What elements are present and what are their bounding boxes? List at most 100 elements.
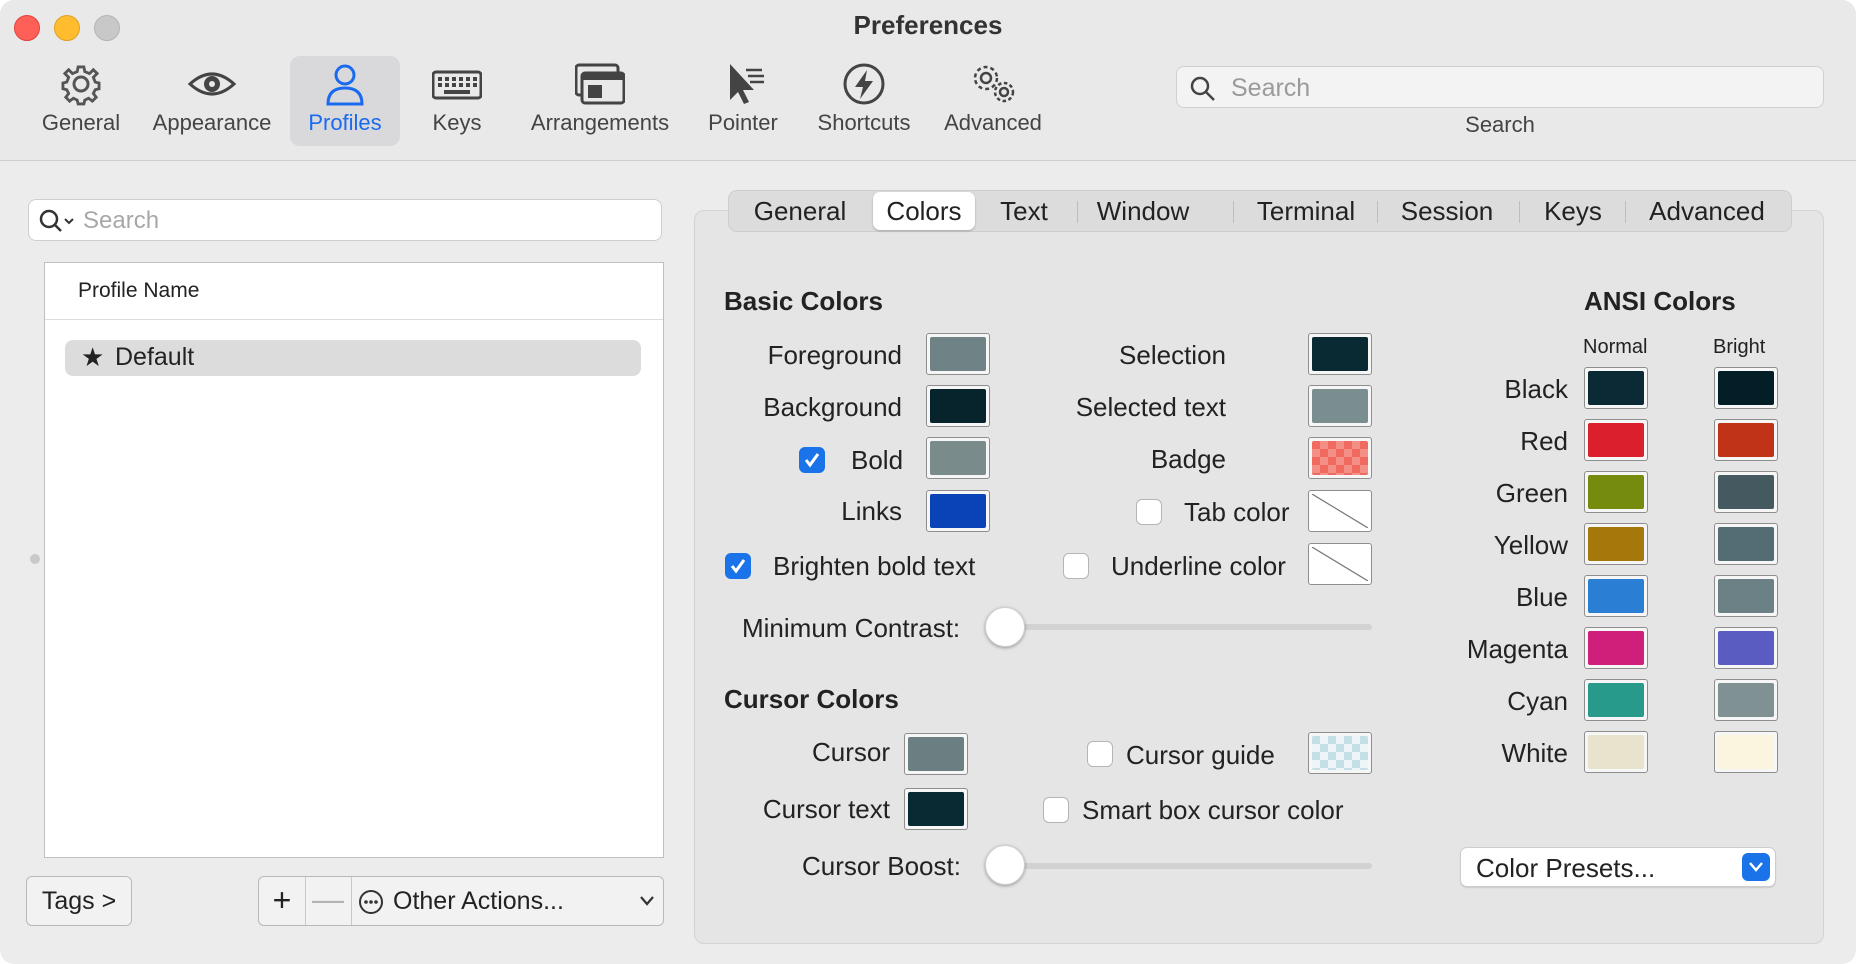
cursor-colors-heading: Cursor Colors: [724, 684, 899, 714]
ansi-normal-color-well[interactable]: [1584, 679, 1648, 721]
profile-list-header[interactable]: Profile Name: [45, 263, 663, 320]
remove-profile-button[interactable]: —: [305, 877, 352, 925]
color-swatch: [908, 737, 964, 771]
add-profile-button[interactable]: +: [259, 877, 306, 925]
ansi-bright-color-well[interactable]: [1714, 731, 1778, 773]
checkmark-icon: [804, 453, 820, 468]
ansi-normal-color-well[interactable]: [1584, 575, 1648, 617]
ansi-bright-color-well[interactable]: [1714, 523, 1778, 565]
toolbar-profiles-button[interactable]: Profiles: [290, 56, 400, 146]
color-swatch: [1588, 423, 1644, 457]
toolbar-search-field[interactable]: Search: [1176, 66, 1824, 108]
tab-advanced[interactable]: Advanced: [1631, 191, 1783, 231]
cursor-guide-color-well[interactable]: [1308, 732, 1372, 774]
ansi-color-label: Cyan: [1507, 686, 1568, 716]
ansi-color-label: Green: [1495, 478, 1568, 508]
minimum-contrast-slider-knob[interactable]: [985, 607, 1025, 647]
color-swatch: [930, 494, 986, 528]
tab-text[interactable]: Text: [984, 191, 1064, 231]
cursor-text-color-well[interactable]: [904, 788, 968, 830]
tab-color-checkbox[interactable]: [1136, 499, 1162, 525]
selection-color-well[interactable]: [1308, 333, 1372, 375]
smart-box-cursor-label: Smart box cursor color: [1082, 795, 1344, 825]
ansi-bright-color-well[interactable]: [1714, 679, 1778, 721]
bold-checkbox[interactable]: [799, 447, 825, 473]
color-swatch: [1718, 423, 1774, 457]
ansi-normal-color-well[interactable]: [1584, 523, 1648, 565]
tags-button[interactable]: Tags >: [26, 876, 132, 926]
toolbar-shortcuts-button[interactable]: Shortcuts: [806, 56, 922, 146]
ansi-normal-color-well[interactable]: [1584, 419, 1648, 461]
toolbar-keys-button[interactable]: Keys: [412, 56, 502, 146]
search-placeholder: Search: [1231, 74, 1311, 102]
color-presets-popup[interactable]: Color Presets...: [1460, 847, 1776, 887]
split-resize-handle[interactable]: [30, 554, 40, 564]
cursor-color-well[interactable]: [904, 733, 968, 775]
cursor-guide-checkbox[interactable]: [1087, 741, 1113, 767]
ansi-bright-color-well[interactable]: [1714, 471, 1778, 513]
bold-color-well[interactable]: [926, 437, 990, 479]
badge-color-well[interactable]: [1308, 437, 1372, 479]
profile-row[interactable]: ★ Default: [65, 340, 641, 376]
ansi-color-label: Red: [1520, 426, 1568, 456]
ansi-normal-color-well[interactable]: [1584, 627, 1648, 669]
ansi-normal-column-label: Normal: [1583, 336, 1648, 358]
ansi-normal-color-well[interactable]: [1584, 367, 1648, 409]
ansi-color-label: Black: [1504, 374, 1568, 404]
minimum-contrast-slider[interactable]: [1000, 624, 1372, 630]
color-presets-label: Color Presets...: [1476, 853, 1656, 883]
foreground-label: Foreground: [767, 340, 902, 370]
foreground-color-well[interactable]: [926, 333, 990, 375]
minimum-contrast-label: Minimum Contrast:: [742, 613, 961, 643]
tab-general[interactable]: General: [745, 191, 855, 231]
ansi-bright-color-well[interactable]: [1714, 419, 1778, 461]
cursor-boost-slider[interactable]: [1000, 863, 1372, 869]
background-color-well[interactable]: [926, 385, 990, 427]
ansi-normal-color-well[interactable]: [1584, 731, 1648, 773]
profile-search-input[interactable]: Search: [28, 199, 662, 241]
profile-search-placeholder: Search: [83, 207, 160, 234]
toolbar-advanced-button[interactable]: Advanced: [934, 56, 1052, 146]
underline-color-well[interactable]: [1308, 543, 1372, 585]
links-color-well[interactable]: [926, 490, 990, 532]
gears-icon: [968, 62, 1018, 106]
ansi-color-label: Magenta: [1466, 634, 1568, 664]
ansi-bright-color-well[interactable]: [1714, 575, 1778, 617]
color-swatch: [1588, 735, 1644, 769]
tab-window[interactable]: Window: [1083, 191, 1203, 231]
color-swatch: [1718, 683, 1774, 717]
gear-icon: [56, 62, 106, 106]
ansi-bright-color-well[interactable]: [1714, 367, 1778, 409]
popup-arrow: [1742, 853, 1770, 881]
other-actions-menu[interactable]: Other Actions...: [351, 877, 663, 925]
toolbar-appearance-button[interactable]: Appearance: [146, 56, 278, 146]
checkmark-icon: [730, 559, 746, 574]
brighten-bold-checkbox[interactable]: [725, 553, 751, 579]
tab-color-well[interactable]: [1308, 490, 1372, 532]
pointer-icon: [718, 62, 768, 106]
toolbar-item-label: Keys: [432, 110, 482, 135]
tab-colors[interactable]: Colors: [873, 192, 975, 230]
profile-actions-group: + — Other Actions...: [258, 876, 664, 926]
ansi-colors-heading: ANSI Colors: [1584, 286, 1736, 316]
profile-name: Default: [115, 343, 195, 371]
toolbar-pointer-button[interactable]: Pointer: [696, 56, 790, 146]
tab-terminal[interactable]: Terminal: [1239, 191, 1373, 231]
selected-text-color-well[interactable]: [1308, 385, 1372, 427]
color-swatch: [1588, 683, 1644, 717]
ansi-color-label: White: [1501, 738, 1568, 768]
ansi-bright-color-well[interactable]: [1714, 627, 1778, 669]
toolbar-arrangements-button[interactable]: Arrangements: [518, 56, 682, 146]
color-swatch: [1718, 579, 1774, 613]
underline-color-checkbox[interactable]: [1063, 553, 1089, 579]
toolbar-general-button[interactable]: General: [32, 56, 130, 146]
smart-box-cursor-checkbox[interactable]: [1043, 797, 1069, 823]
window-title: Preferences: [853, 10, 1003, 40]
badge-label: Badge: [1150, 444, 1226, 474]
color-swatch: [930, 337, 986, 371]
tab-session[interactable]: Session: [1383, 191, 1511, 231]
cursor-boost-slider-knob[interactable]: [985, 845, 1025, 885]
tab-keys[interactable]: Keys: [1525, 191, 1621, 231]
keyboard-icon: [431, 62, 483, 106]
ansi-normal-color-well[interactable]: [1584, 471, 1648, 513]
